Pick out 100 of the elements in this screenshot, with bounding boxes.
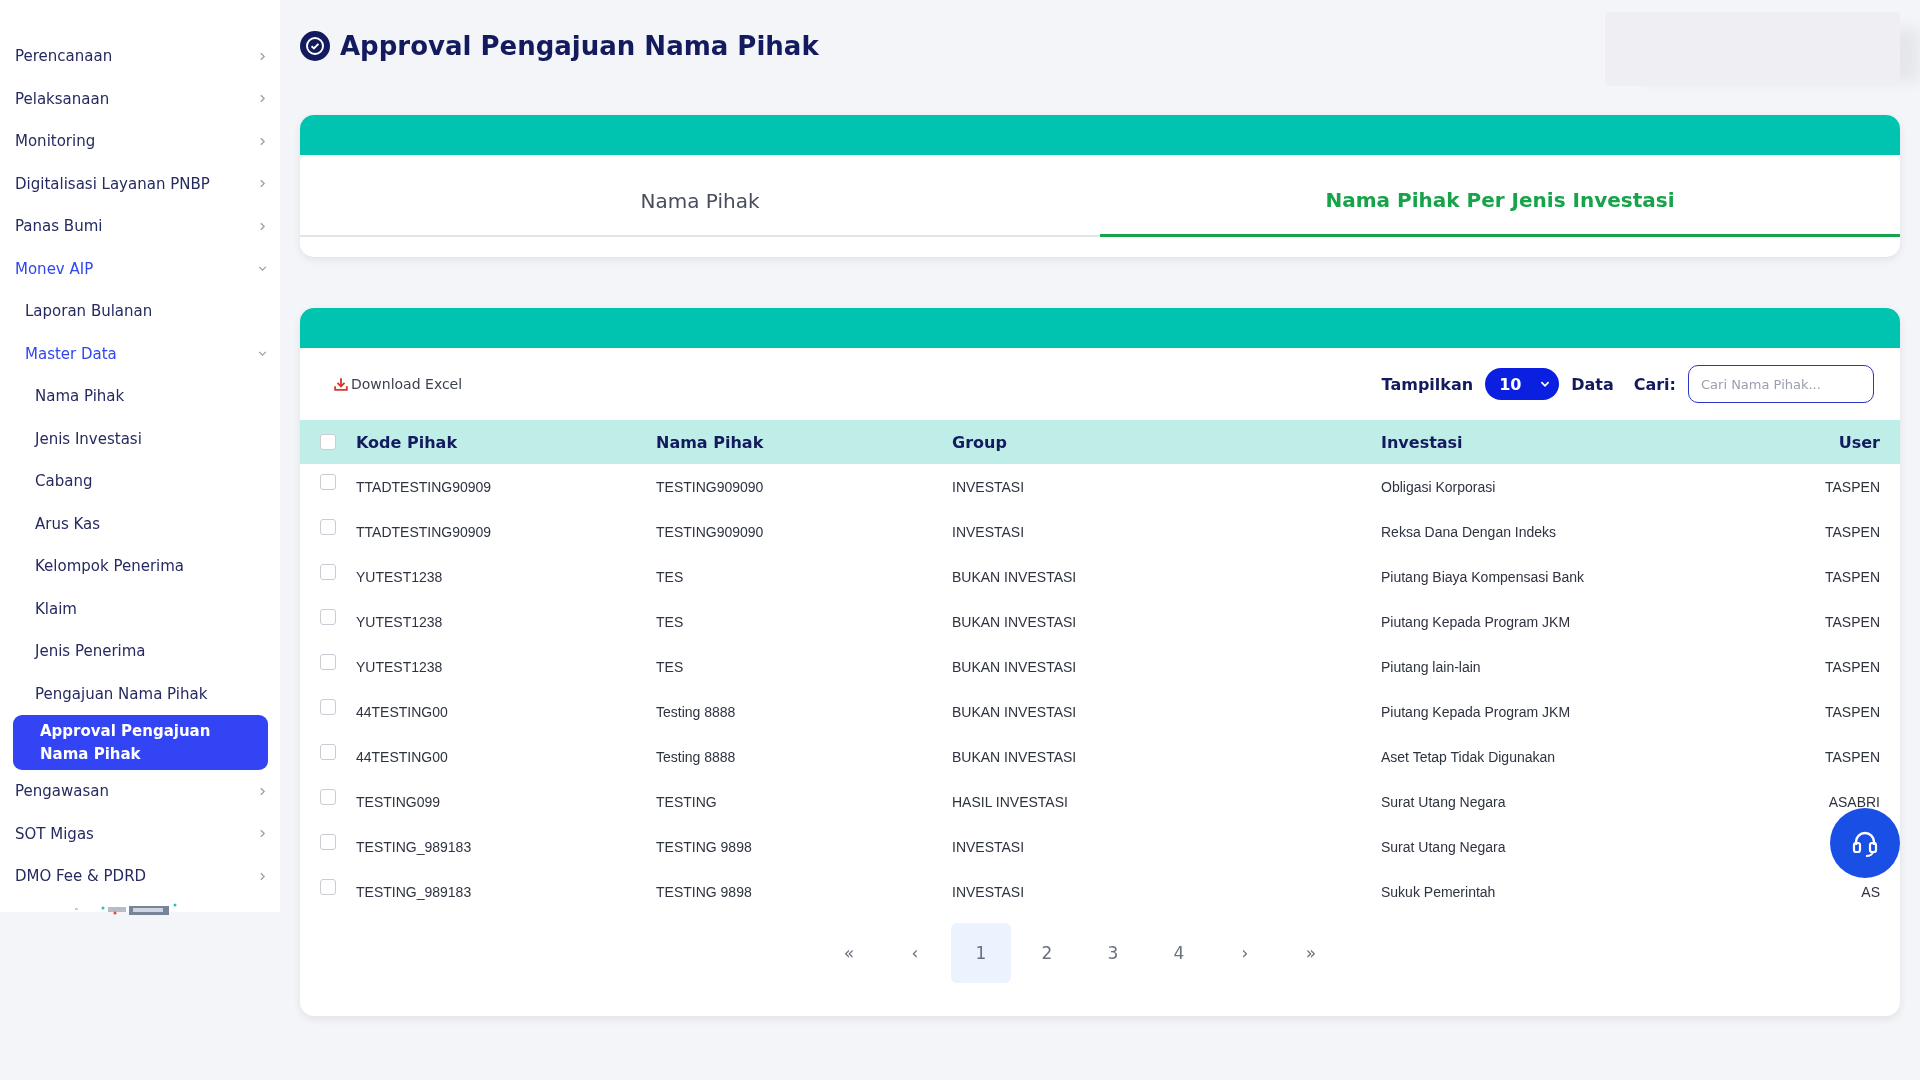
checkbox[interactable] xyxy=(320,743,336,760)
sidebar-item[interactable]: Pelaksanaan xyxy=(0,77,280,120)
sidebar-item[interactable]: Pengajuan Nama Pihak xyxy=(0,672,280,715)
table-cell: BUKAN INVESTASI xyxy=(952,658,1077,675)
table-cell: Surat Utang Negara xyxy=(1381,793,1506,810)
table-cell: 44TESTING00 xyxy=(356,703,448,720)
table-cell: YUTEST1238 xyxy=(356,568,443,585)
column-header: User xyxy=(1797,420,1900,464)
table-cell: Surat Utang Negara xyxy=(1381,838,1506,855)
column-header: Investasi xyxy=(1381,420,1797,464)
sidebar-item[interactable]: Master Data xyxy=(0,332,280,375)
tab[interactable]: Nama Pihak xyxy=(300,155,1100,237)
sidebar-item[interactable]: Monitoring xyxy=(0,120,280,163)
checkbox[interactable] xyxy=(320,788,336,805)
table-cell: INVESTASI xyxy=(952,838,1025,855)
table-cell: Reksa Dana Dengan Indeks xyxy=(1381,523,1557,540)
table-cell: YUTEST1238 xyxy=(356,613,443,630)
table-cell: TASPEN xyxy=(1825,568,1880,585)
table-cell: 44TESTING00 xyxy=(356,748,448,765)
data-label: Data xyxy=(1571,374,1614,394)
table-cell: Piutang Kepada Program JKM xyxy=(1381,703,1571,720)
table-cell: TESTING909090 xyxy=(656,478,764,495)
table-cell: TASPEN xyxy=(1825,658,1880,675)
sidebar-item[interactable]: Digitalisasi Layanan PNBP xyxy=(0,162,280,205)
checkbox[interactable] xyxy=(320,518,336,535)
table-cell: TESTING909090 xyxy=(656,523,764,540)
checkbox[interactable] xyxy=(320,434,336,450)
checkbox[interactable] xyxy=(320,473,336,490)
table-cell: TESTING 9898 xyxy=(656,838,752,855)
search-field[interactable]: Cari Nama Pihak... xyxy=(1688,365,1874,403)
checkbox[interactable] xyxy=(320,563,336,580)
table-cell: TTADTESTING90909 xyxy=(356,523,492,540)
sidebar-item[interactable]: Nama Pihak xyxy=(0,375,280,418)
page-button[interactable]: » xyxy=(1281,923,1341,983)
table-cell: HASIL INVESTASI xyxy=(952,793,1068,810)
table-cell: AS xyxy=(1861,883,1880,900)
table-cell: TASPEN xyxy=(1825,523,1880,540)
page-button[interactable]: 1 xyxy=(951,923,1011,983)
page-button[interactable]: 2 xyxy=(1017,923,1077,983)
sidebar-item[interactable]: SOT Migas xyxy=(0,812,280,855)
sidebar-item[interactable]: Pengawasan xyxy=(0,770,280,813)
table-cell: Aset Tetap Tidak Digunakan xyxy=(1381,748,1556,765)
sidebar-item[interactable]: Kelompok Penerima xyxy=(0,545,280,588)
sidebar-item[interactable]: Laporan Bulanan xyxy=(0,290,280,333)
sidebar-item[interactable]: Monev AIP xyxy=(0,247,280,290)
page-button[interactable]: 4 xyxy=(1149,923,1209,983)
table-cell: INVESTASI xyxy=(952,523,1025,540)
table-cell: TES xyxy=(656,568,684,585)
table-cell: TASPEN xyxy=(1825,478,1880,495)
table-cell: INVESTASI xyxy=(952,883,1025,900)
sidebar-item[interactable]: DMO Fee & PDRD xyxy=(0,855,280,898)
download-icon xyxy=(334,377,348,391)
table-cell: TTADTESTING90909 xyxy=(356,478,492,495)
table-cell: Piutang lain-lain xyxy=(1381,658,1481,675)
table-cell: TES xyxy=(656,658,684,675)
checkbox[interactable] xyxy=(320,878,336,895)
page-button[interactable]: › xyxy=(1215,923,1275,983)
checkbox[interactable] xyxy=(320,833,336,850)
table-cell: TESTING_989183 xyxy=(356,883,472,900)
sidebar-item[interactable]: Approval Pengajuan Nama Pihak xyxy=(13,715,268,770)
sidebar-item[interactable]: Jenis Penerima xyxy=(0,630,280,673)
checkbox[interactable] xyxy=(320,653,336,670)
table-cell: TASPEN xyxy=(1825,613,1880,630)
table-cell: Piutang Kepada Program JKM xyxy=(1381,613,1571,630)
table-cell: YUTEST1238 xyxy=(356,658,443,675)
table-cell: TASPEN xyxy=(1825,703,1880,720)
table-cell: BUKAN INVESTASI xyxy=(952,748,1077,765)
checkbox[interactable] xyxy=(320,698,336,715)
table-cell: ASABRI xyxy=(1828,793,1880,810)
table-cell: Obligasi Korporasi xyxy=(1381,478,1496,495)
sidebar-item[interactable]: Cabang xyxy=(0,460,280,503)
sidebar-item[interactable]: Arus Kas xyxy=(0,502,280,545)
page-button[interactable]: 3 xyxy=(1083,923,1143,983)
table-cell: INVESTASI xyxy=(952,478,1025,495)
table-cell: TESTING099 xyxy=(356,793,441,810)
table-cell: Testing 8888 xyxy=(656,748,736,765)
table-cell: Sukuk Pemerintah xyxy=(1381,883,1496,900)
table-cell: Piutang Biaya Kompensasi Bank xyxy=(1381,568,1585,585)
table-cell: TESTING_989183 xyxy=(356,838,472,855)
table-cell: BUKAN INVESTASI xyxy=(952,613,1077,630)
show-label: Tampilkan xyxy=(1381,374,1474,394)
column-header: Kode Pihak xyxy=(356,420,656,464)
page-size-select[interactable]: 10 xyxy=(1485,368,1560,400)
table-cell: TESTING xyxy=(656,793,717,810)
page-title: Approval Pengajuan Nama Pihak xyxy=(340,31,819,61)
table-cell: TASPEN xyxy=(1825,748,1880,765)
page-button[interactable]: ‹ xyxy=(885,923,945,983)
sidebar-item[interactable]: Klaim xyxy=(0,587,280,630)
search-label: Cari: xyxy=(1633,374,1676,394)
column-header: Nama Pihak xyxy=(656,420,952,464)
table-cell: TESTING 9898 xyxy=(656,883,752,900)
sidebar-item[interactable]: Panas Bumi xyxy=(0,205,280,248)
checkbox[interactable] xyxy=(320,608,336,625)
column-header: Group xyxy=(952,420,1381,464)
table-cell: BUKAN INVESTASI xyxy=(952,568,1077,585)
sidebar-item[interactable]: Jenis Investasi xyxy=(0,417,280,460)
page-button[interactable]: « xyxy=(819,923,879,983)
table-cell: TES xyxy=(656,613,684,630)
download-excel-button[interactable]: Download Excel xyxy=(334,376,463,392)
sidebar-item[interactable]: Perencanaan xyxy=(0,35,280,78)
